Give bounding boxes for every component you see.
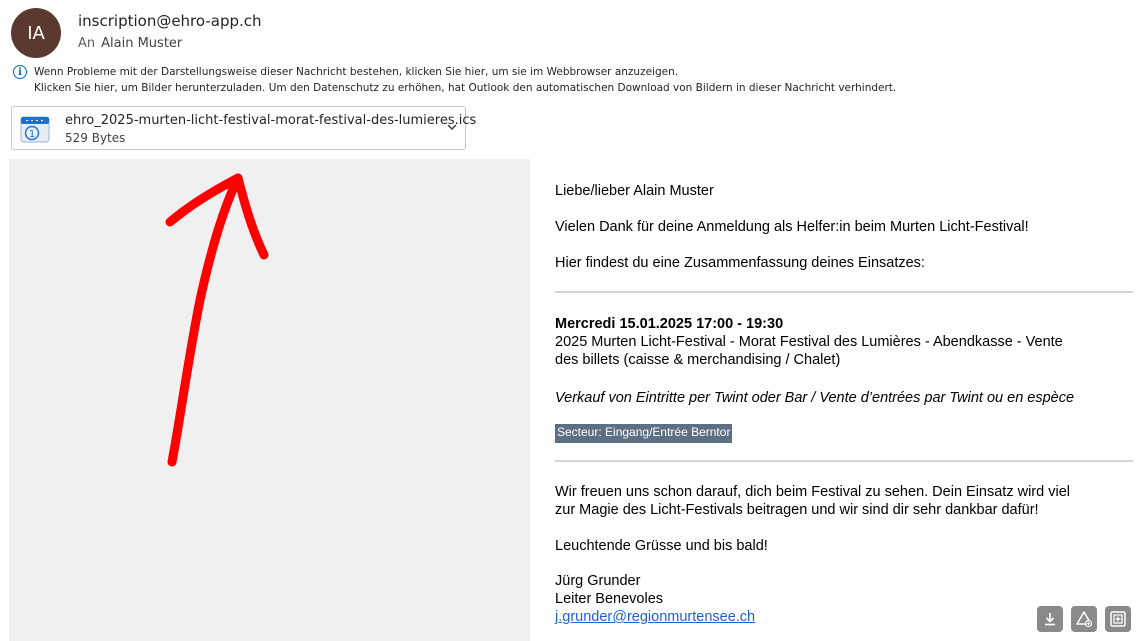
attachment-size: 529 Bytes — [65, 131, 126, 145]
info-line-download-images[interactable]: Klicken Sie hier, um Bilder herunterzula… — [34, 82, 896, 94]
shift-description-line2: des billets (caisse & merchandising / Ch… — [555, 352, 841, 368]
avatar[interactable]: IA — [11, 8, 61, 58]
shift-task: Verkauf von Eintritte per Twint oder Bar… — [555, 390, 1075, 406]
info-icon: i — [13, 65, 27, 79]
signature-name: Jürg Grunder — [555, 573, 641, 589]
attachment-filename[interactable]: ehro_2025-murten-licht-festival-morat-fe… — [65, 113, 476, 128]
shift-description-line1: 2025 Murten Licht-Festival - Morat Festi… — [555, 334, 1063, 350]
svg-text:1: 1 — [29, 129, 35, 140]
closing-line2: zur Magie des Licht-Festivals beitragen … — [555, 502, 1039, 518]
blocked-image-area — [9, 159, 530, 641]
recipient-line: An Alain Muster — [78, 36, 182, 51]
attachment-card[interactable]: 1 ehro_2025-murten-licht-festival-morat-… — [11, 106, 476, 150]
signature-title: Leiter Benevoles — [555, 591, 664, 607]
farewell: Leuchtende Grüsse und bis bald! — [555, 538, 768, 554]
thanks-text: Vielen Dank für deine Anmeldung als Helf… — [555, 219, 1029, 235]
signature-email-link[interactable]: j.grunder@regionmurtensee.ch — [555, 609, 755, 625]
recipient-name[interactable]: Alain Muster — [101, 36, 182, 51]
calendar-icon: 1 — [20, 116, 50, 143]
greeting: Liebe/lieber Alain Muster — [555, 183, 714, 199]
download-icon[interactable] — [1037, 606, 1063, 632]
to-label: An — [78, 36, 96, 51]
add-icon[interactable] — [1105, 606, 1131, 632]
shift-datetime: Mercredi 15.01.2025 17:00 - 19:30 — [555, 316, 784, 332]
chevron-down-icon[interactable] — [444, 119, 460, 135]
recycle-icon[interactable] — [1071, 606, 1097, 632]
closing-line1: Wir freuen uns schon darauf, dich beim F… — [555, 484, 1070, 500]
sender-address[interactable]: inscription@ehro-app.ch — [78, 12, 262, 30]
info-line-webbrowser[interactable]: Wenn Probleme mit der Darstellungsweise … — [34, 66, 678, 78]
divider — [555, 460, 1133, 462]
shift-sector: Secteur: Eingang/Entrée Berntor — [555, 424, 733, 443]
divider — [555, 291, 1133, 293]
summary-intro: Hier findest du eine Zusammenfassung dei… — [555, 255, 925, 271]
